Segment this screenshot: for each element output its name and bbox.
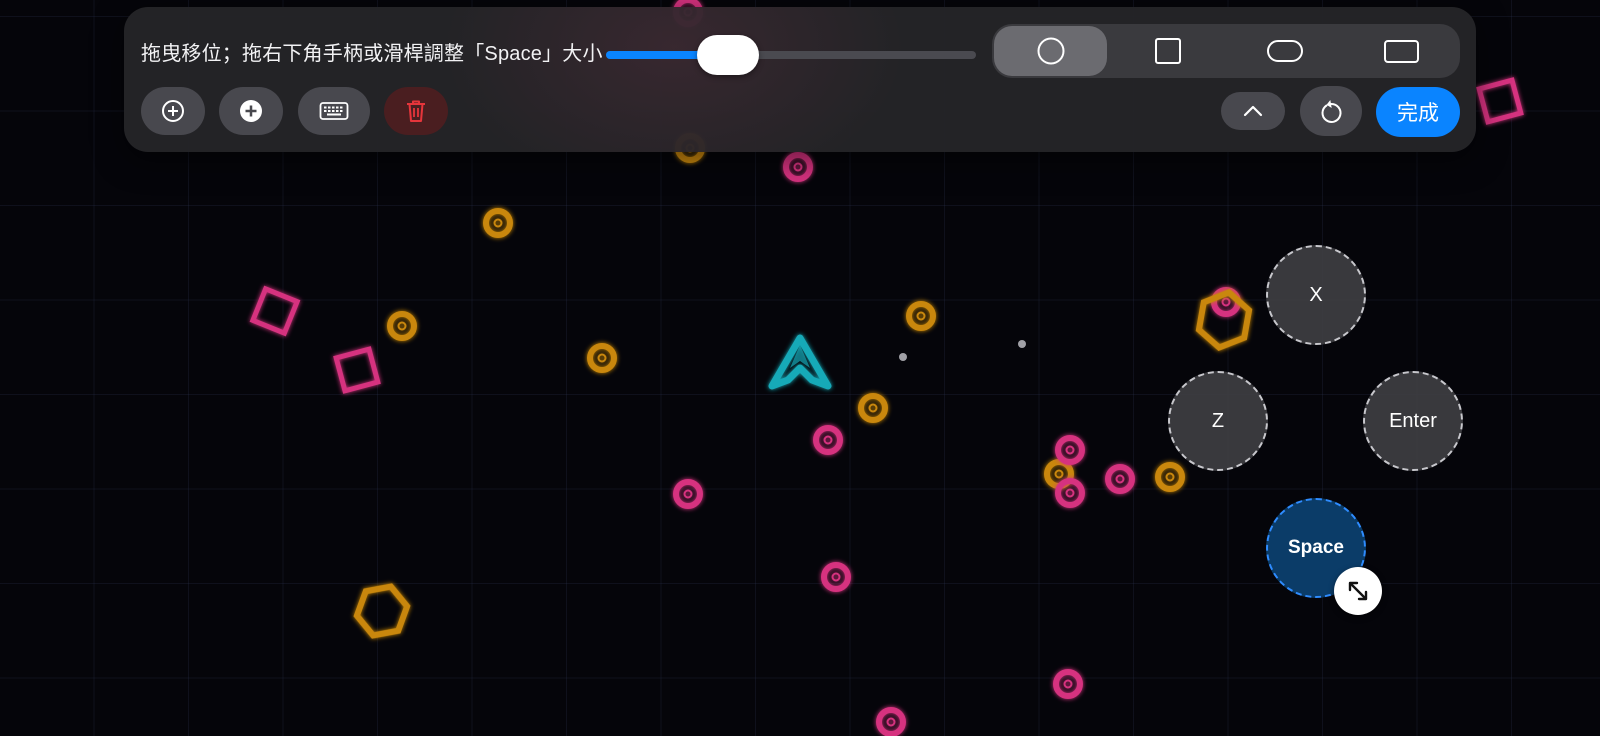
add-circle-filled-icon: [240, 100, 262, 122]
shape-selector: [992, 24, 1460, 78]
bullet: [1018, 340, 1026, 348]
pink-square-enemy: [333, 346, 381, 394]
square-shape-icon: [1154, 38, 1181, 64]
pink-orb-enemy: [783, 152, 813, 182]
size-slider[interactable]: [606, 33, 976, 77]
key-label: X: [1309, 283, 1323, 306]
pink-orb-enemy: [1055, 435, 1085, 465]
gold-coin-pickup: [587, 343, 617, 373]
key-label: Z: [1211, 409, 1225, 432]
chevron-up-icon: [1243, 105, 1263, 117]
edit-hint: 拖曳移位；拖右下角手柄或滑桿調整「Space」大小: [141, 43, 603, 65]
add-circle-outline-icon: [162, 100, 184, 122]
key-label: Enter: [1389, 409, 1437, 432]
reset-icon: [1321, 100, 1342, 123]
bullet: [899, 353, 907, 361]
delete-key-button[interactable]: [384, 87, 448, 135]
pink-square-enemy: [1476, 77, 1524, 125]
gold-coin-pickup: [1155, 462, 1185, 492]
pink-orb-enemy: [1055, 478, 1085, 508]
rectangle-shape-icon: [1383, 40, 1419, 63]
reset-layout-button[interactable]: [1300, 86, 1362, 136]
pink-orb-enemy: [1053, 669, 1083, 699]
virtual-key-enter[interactable]: Enter: [1363, 371, 1463, 471]
add-key-button[interactable]: [141, 87, 205, 135]
trash-icon: [407, 100, 425, 122]
edit-toolbar: 拖曳移位；拖右下角手柄或滑桿調整「Space」大小 完成: [124, 7, 1476, 152]
pink-orb-enemy: [876, 707, 906, 736]
gold-hexagon-enemy: [1195, 288, 1253, 352]
pink-orb-enemy: [673, 479, 703, 509]
player-ship: [768, 334, 832, 390]
resize-arrows-icon: [1348, 581, 1368, 601]
slider-thumb[interactable]: [697, 35, 760, 75]
shape-square-button[interactable]: [1111, 26, 1224, 76]
pink-square-enemy: [249, 285, 301, 337]
pink-orb-enemy: [1105, 464, 1135, 494]
pink-orb-enemy: [813, 425, 843, 455]
shape-rectangle-button[interactable]: [1345, 26, 1458, 76]
gold-hexagon-enemy: [353, 583, 411, 639]
collapse-toolbar-button[interactable]: [1221, 92, 1285, 130]
pink-orb-enemy: [821, 562, 851, 592]
coins-layer: [387, 133, 1185, 492]
resize-handle[interactable]: [1334, 567, 1382, 615]
rounded-rectangle-shape-icon: [1266, 40, 1303, 62]
circle-shape-icon: [1037, 37, 1064, 65]
gold-coin-pickup: [906, 301, 936, 331]
done-button[interactable]: 完成: [1376, 87, 1460, 137]
virtual-key-z[interactable]: Z: [1168, 371, 1268, 471]
shape-rounded-rect-button[interactable]: [1228, 26, 1341, 76]
gold-coin-pickup: [858, 393, 888, 423]
gold-coin-pickup: [483, 208, 513, 238]
keyboard-icon: [319, 102, 349, 120]
shape-circle-button[interactable]: [994, 26, 1107, 76]
virtual-key-x[interactable]: X: [1266, 245, 1366, 345]
keyboard-button[interactable]: [298, 87, 370, 135]
gold-coin-pickup: [387, 311, 417, 341]
key-label: Space: [1288, 537, 1344, 558]
add-special-key-button[interactable]: [219, 87, 283, 135]
